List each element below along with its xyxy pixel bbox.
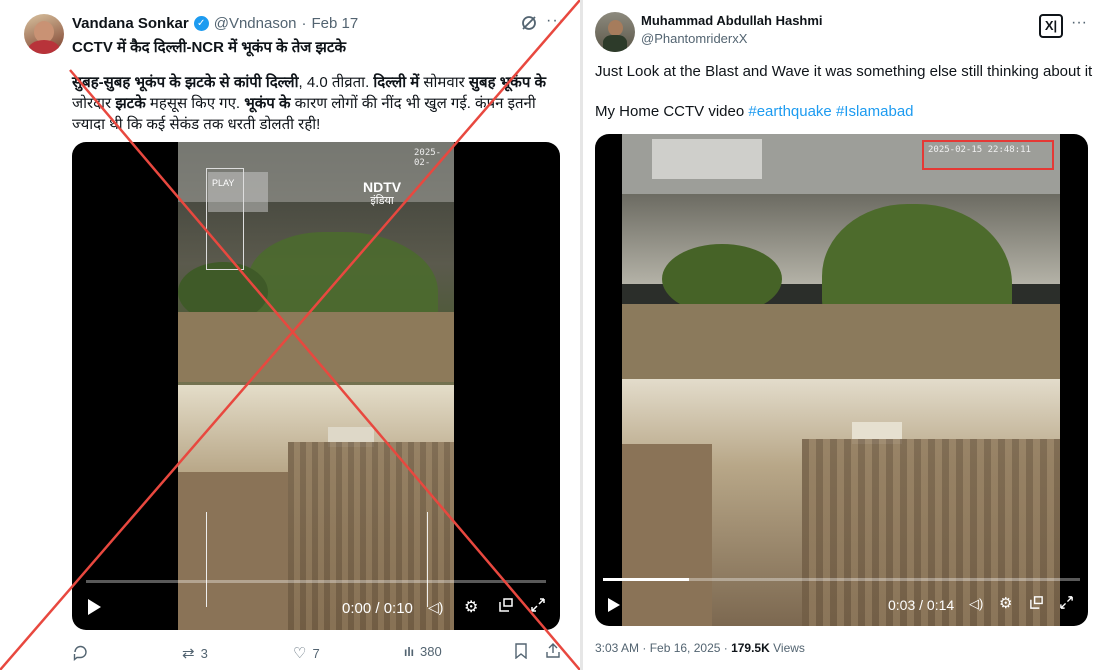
video-time: 0:00 / 0:10 — [342, 600, 413, 617]
tweet-body-segment-6: झटके — [115, 95, 146, 112]
fullscreen-icon[interactable] — [1059, 595, 1074, 610]
tweet-text-line1: Just Look at the Blast and Wave it was s… — [595, 63, 1093, 80]
right-video-player[interactable]: 2025-02-15 22:48:11 0:03 / 0:14 ◁) ⚙ — [595, 134, 1088, 626]
views-label: Views — [769, 641, 805, 655]
left-tweet-panel: Vandana Sonkar ✓ @Vndnason · Feb 17 ··· … — [0, 0, 580, 670]
verified-badge-icon: ✓ — [193, 16, 209, 31]
tweet-body-segment-8: भूकंप के — [244, 95, 291, 112]
avatar[interactable] — [24, 14, 64, 54]
author-name[interactable]: Muhammad Abdullah Hashmi — [641, 13, 823, 28]
tweet-date[interactable]: Feb 17 — [312, 15, 359, 32]
tweet-body-segment-4: सुबह भूकंप के — [468, 74, 547, 91]
views-count: 380 — [420, 644, 442, 659]
tweet-text-line2: My Home CCTV video #earthquake #Islamaba… — [595, 103, 914, 120]
views-count: 179.5K — [731, 641, 770, 655]
cctv-timestamp: 2025-02-15 22:48:11 — [928, 145, 1031, 155]
like-count: 7 — [312, 645, 320, 661]
progress-bar[interactable] — [86, 580, 546, 583]
share-icon[interactable] — [545, 642, 561, 659]
tweet-body-segment-0: सुबह-सुबह भूकंप के झटके से कांपी दिल्ली — [72, 74, 299, 91]
pip-icon[interactable] — [1029, 595, 1044, 610]
settings-icon[interactable]: ⚙ — [464, 597, 478, 617]
video-frame: 2025-02-15 22:48:11 — [622, 134, 1060, 626]
ndtv-logo: NDTV इंडिया — [363, 179, 402, 207]
tweet-headline: CCTV में कैद दिल्ली-NCR में भूकंप के तेज… — [72, 39, 346, 56]
avatar[interactable] — [595, 12, 635, 52]
tweet-timestamp[interactable]: 3:03 AM · Feb 16, 2025 · — [595, 641, 731, 655]
reply-button[interactable] — [72, 644, 95, 661]
hashtag-islamabad[interactable]: #Islamabad — [836, 103, 914, 120]
author-handle[interactable]: @Vndnason — [214, 15, 297, 32]
volume-icon[interactable]: ◁) — [969, 596, 983, 612]
repost-button[interactable]: ⇄ 3 — [182, 644, 208, 662]
play-overlay-label: PLAY — [212, 178, 235, 188]
author-handle[interactable]: @PhantomriderxX — [641, 31, 747, 46]
repost-icon: ⇄ — [182, 645, 195, 662]
more-icon[interactable]: ··· — [1071, 14, 1087, 32]
grok-icon[interactable] — [520, 14, 538, 32]
more-icon[interactable]: ··· — [546, 12, 565, 30]
tweet-body: सुबह-सुबह भूकंप के झटके से कांपी दिल्ली,… — [72, 72, 558, 135]
x-logo-icon[interactable]: X| — [1039, 14, 1063, 38]
progress-fill — [603, 578, 689, 581]
tweet-body-segment-7: महसूस किए गए. — [145, 95, 245, 112]
video-frame: PLAY NDTV इंडिया 2025-02- — [178, 142, 454, 630]
tweet-body-segment-2: दिल्ली में — [373, 74, 420, 91]
volume-icon[interactable]: ◁) — [428, 599, 443, 616]
play-icon[interactable] — [86, 598, 102, 616]
fullscreen-icon[interactable] — [530, 597, 546, 613]
repost-count: 3 — [200, 645, 208, 661]
settings-icon[interactable]: ⚙ — [999, 594, 1012, 612]
author-name[interactable]: Vandana Sonkar — [72, 15, 189, 32]
left-video-player[interactable]: PLAY NDTV इंडिया 2025-02- 0:00 / 0:10 ◁)… — [72, 142, 560, 630]
progress-bar[interactable] — [603, 578, 1080, 581]
tweet-footer: 3:03 AM · Feb 16, 2025 · 179.5K Views — [595, 641, 805, 655]
separator-dot: · — [301, 15, 307, 32]
play-icon[interactable] — [607, 597, 621, 613]
views-button[interactable]: ılı 380 — [404, 644, 442, 659]
reply-icon — [73, 645, 87, 661]
hashtag-earthquake[interactable]: #earthquake — [748, 103, 831, 120]
bottom-overlay-box — [206, 512, 428, 607]
right-tweet-panel: Muhammad Abdullah Hashmi @PhantomriderxX… — [583, 0, 1100, 670]
tweet-body-segment-1: , 4.0 तीव्रता. — [298, 74, 374, 91]
tweet-body-segment-3: सोमवार — [419, 74, 469, 91]
like-icon: ♡ — [293, 645, 307, 662]
video-time: 0:03 / 0:14 — [888, 597, 955, 613]
pip-icon[interactable] — [498, 597, 514, 613]
tweet-body-segment-5: जोरदार — [72, 95, 116, 112]
video-timestamp-overlay: 2025-02- — [414, 148, 442, 168]
views-icon: ılı — [404, 644, 415, 659]
like-button[interactable]: ♡ 7 — [293, 644, 320, 662]
bookmark-icon[interactable] — [514, 643, 528, 659]
